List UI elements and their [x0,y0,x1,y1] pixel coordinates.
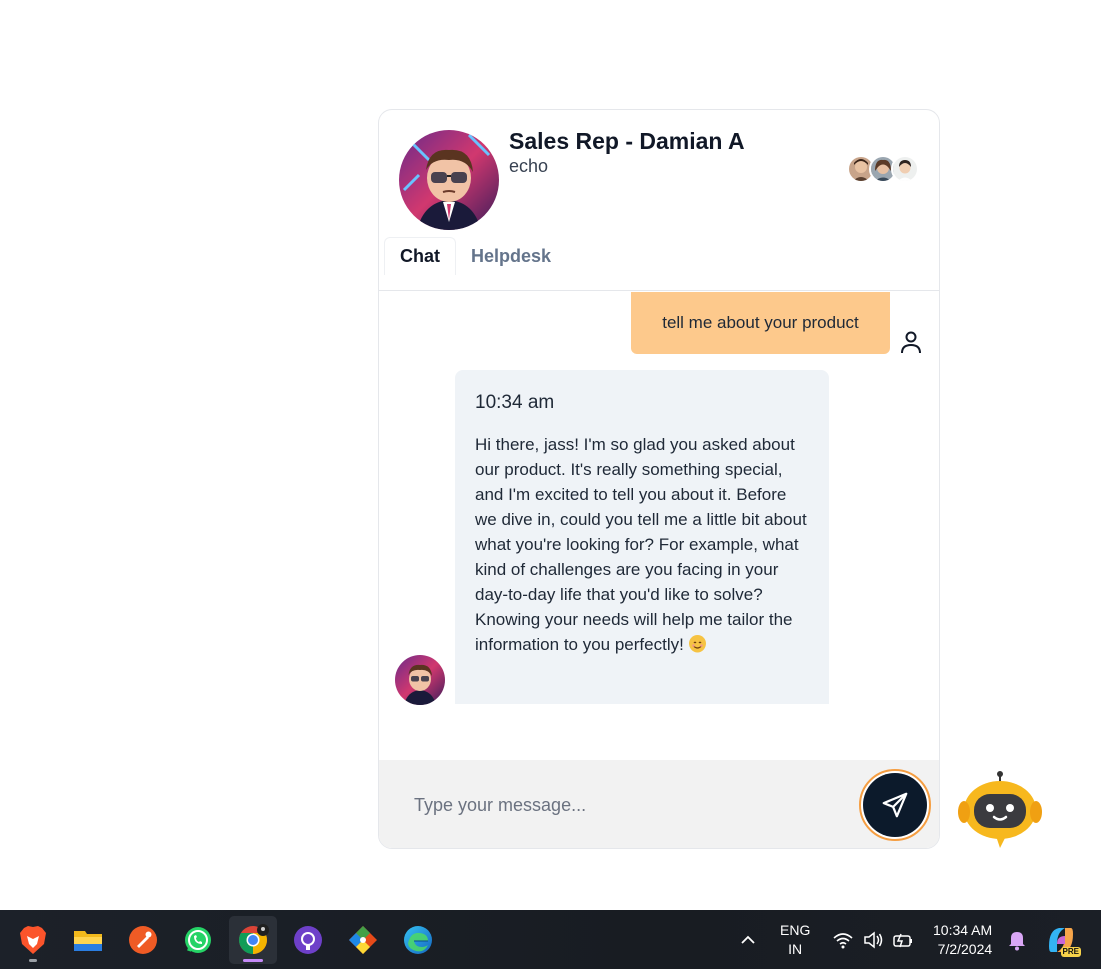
app-running-indicator [29,959,37,962]
bot-message-body: Hi there, jass! I'm so glad you asked ab… [475,432,809,657]
message-input[interactable] [399,785,829,825]
user-message: tell me about your product [631,292,890,354]
taskbar: ENG IN 10:34 AM 7/2/2024 PRE [0,910,1101,969]
bell-icon [1009,931,1025,950]
copilot-badge: PRE [1060,946,1081,957]
edge-icon[interactable] [394,916,442,964]
participant-avatar [891,155,919,183]
tab-helpdesk[interactable]: Helpdesk [456,237,566,275]
app-active-indicator [243,959,263,962]
language-line-2: IN [788,940,803,957]
brave-icon[interactable] [9,916,57,964]
notifications-button[interactable] [1007,910,1027,969]
send-button-inner [863,773,927,837]
clock[interactable]: 10:34 AM 7/2/2024 [933,910,992,969]
smile-emoji-icon [688,635,706,653]
user-icon [900,330,922,354]
chat-tabs: Chat Helpdesk [384,237,566,275]
chrome-icon[interactable] [229,916,277,964]
clock-date: 7/2/2024 [937,940,993,957]
whatsapp-icon[interactable] [174,916,222,964]
send-button[interactable] [859,769,931,841]
clock-time: 10:34 AM [933,921,993,938]
volume-icon [864,930,883,949]
message-timestamp: 10:34 am [475,392,555,413]
wifi-icon [833,932,853,948]
copilot-button[interactable]: PRE [1045,910,1081,969]
github-desktop-icon[interactable] [284,916,332,964]
bot-message-text: Hi there, jass! I'm so glad you asked ab… [475,435,807,654]
copilot-icon: PRE [1045,924,1081,957]
chat-subtitle: echo [509,156,549,176]
chat-header: Sales Rep - Damian A echo Chat Helpdesk [379,110,939,291]
postman-icon[interactable] [119,916,167,964]
chevron-up-icon [741,935,755,944]
bot-message: 10:34 am Hi there, jass! I'm so glad you… [455,370,829,704]
agent-avatar [399,130,499,230]
git-icon[interactable] [339,916,387,964]
system-tray-status[interactable] [832,910,914,969]
battery-charging-icon [893,933,912,947]
file-explorer-icon[interactable] [64,916,112,964]
chat-title: Sales Rep - Damian A [509,128,745,154]
tab-chat[interactable]: Chat [384,237,456,275]
language-indicator[interactable]: ENG IN [780,910,810,969]
language-line-1: ENG [780,921,811,938]
message-composer [379,760,939,848]
chat-widget: Sales Rep - Damian A echo Chat Helpdesk … [378,109,940,849]
show-hidden-icons[interactable] [737,910,759,969]
participant-avatars [847,155,919,183]
screen: Sales Rep - Damian A echo Chat Helpdesk … [0,0,1101,969]
send-icon [882,792,908,818]
bot-avatar [395,655,445,705]
chatbot-launcher-icon[interactable] [958,770,1042,850]
